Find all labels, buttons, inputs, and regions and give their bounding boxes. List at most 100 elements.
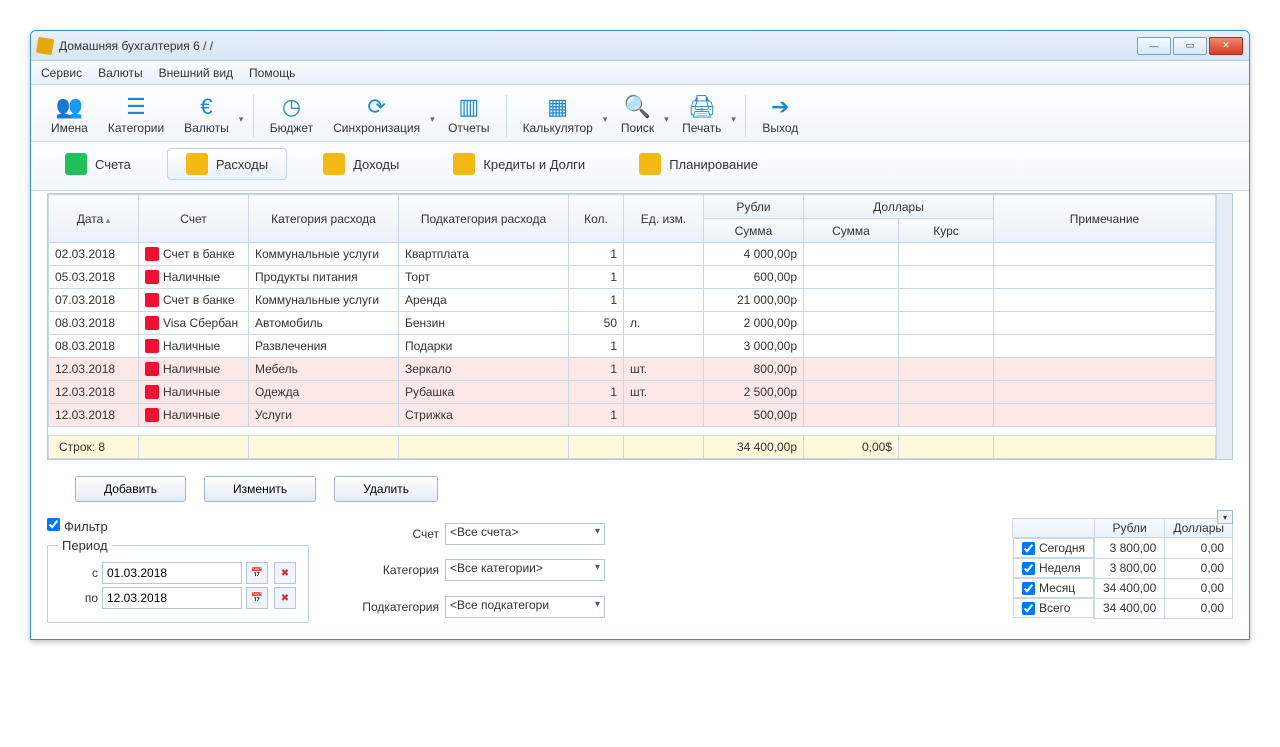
- clear-date-icon[interactable]: ✖: [274, 562, 296, 584]
- menu-currencies[interactable]: Валюты: [98, 66, 143, 80]
- tool-search[interactable]: 🔍Поиск: [611, 91, 664, 141]
- col-qty[interactable]: Кол.: [569, 195, 624, 243]
- tool-names[interactable]: 👥Имена: [41, 91, 98, 141]
- expenses-grid: Дата Счет Категория расхода Подкатегория…: [47, 193, 1233, 460]
- col-note[interactable]: Примечание: [994, 195, 1216, 243]
- tool-print[interactable]: 🖨Печать: [672, 91, 731, 141]
- cash-icon: [145, 270, 159, 284]
- from-label: с: [58, 566, 98, 580]
- tool-reports[interactable]: ▥Отчеты: [438, 91, 499, 141]
- col-group-dollars[interactable]: Доллары: [804, 195, 994, 219]
- account-select-label: Счет: [329, 527, 439, 541]
- subcategory-select[interactable]: <Все подкатегори: [445, 596, 605, 618]
- period-legend: Период: [58, 538, 112, 553]
- subcategory-select-label: Подкатегория: [329, 600, 439, 614]
- delete-button[interactable]: Удалить: [334, 476, 438, 502]
- col-date[interactable]: Дата: [49, 195, 139, 243]
- to-label: по: [58, 591, 98, 605]
- tab-accounts[interactable]: Счета: [47, 149, 149, 179]
- summary-checkbox[interactable]: [1022, 542, 1035, 555]
- chart-icon: ▥: [455, 93, 483, 121]
- tab-planning[interactable]: Планирование: [621, 149, 776, 179]
- summary-checkbox[interactable]: [1022, 582, 1035, 595]
- calendar-icon[interactable]: 📅: [246, 587, 268, 609]
- category-select-label: Категория: [329, 563, 439, 577]
- add-button[interactable]: Добавить: [75, 476, 186, 502]
- dropdown-icon[interactable]: ▾: [731, 108, 739, 125]
- cash-icon: [145, 408, 159, 422]
- dropdown-icon[interactable]: ▾: [664, 108, 672, 125]
- scrollbar[interactable]: [1216, 194, 1232, 459]
- print-icon: 🖨: [688, 93, 716, 121]
- table-row[interactable]: 08.03.2018Visa СбербанАвтомобильБензин50…: [49, 312, 1216, 335]
- credits-icon: [453, 153, 475, 175]
- filter-label: Фильтр: [64, 519, 108, 534]
- table-row[interactable]: 05.03.2018НаличныеПродукты питанияТорт16…: [49, 266, 1216, 289]
- table-row[interactable]: 07.03.2018Счет в банкеКоммунальные услуг…: [49, 289, 1216, 312]
- tab-credits[interactable]: Кредиты и Долги: [435, 149, 603, 179]
- toolbar: 👥Имена ☰Категории €Валюты ▾ ◷Бюджет ⟳Син…: [31, 85, 1249, 142]
- date-to-input[interactable]: [102, 587, 242, 609]
- exit-icon: ➔: [766, 93, 794, 121]
- tabs: Счета Расходы Доходы Кредиты и Долги Пла…: [31, 142, 1249, 191]
- summary-row: Месяц34 400,000,00: [1013, 578, 1233, 598]
- col-category[interactable]: Категория расхода: [249, 195, 399, 243]
- bank-icon: [145, 247, 159, 261]
- minimize-button[interactable]: —: [1137, 37, 1171, 55]
- tree-icon: ☰: [122, 93, 150, 121]
- tool-budget[interactable]: ◷Бюджет: [260, 91, 323, 141]
- summary-checkbox[interactable]: [1022, 562, 1035, 575]
- close-button[interactable]: ✕: [1209, 37, 1243, 55]
- col-usd-rate[interactable]: Курс: [899, 219, 994, 243]
- dropdown-icon[interactable]: ▾: [430, 108, 438, 125]
- maximize-button[interactable]: ▭: [1173, 37, 1207, 55]
- tool-categories[interactable]: ☰Категории: [98, 91, 174, 141]
- table-row[interactable]: 12.03.2018НаличныеМебельЗеркало1шт.800,0…: [49, 358, 1216, 381]
- account-select[interactable]: <Все счета>: [445, 523, 605, 545]
- col-group-rubles[interactable]: Рубли: [704, 195, 804, 219]
- filter-selects: Счет <Все счета> Категория <Все категори…: [329, 518, 605, 623]
- menu-appearance[interactable]: Внешний вид: [159, 66, 233, 80]
- tool-currencies[interactable]: €Валюты: [174, 91, 239, 141]
- col-subcategory[interactable]: Подкатегория расхода: [399, 195, 569, 243]
- summary-table: РублиДоллары Сегодня3 800,000,00Неделя3 …: [1012, 518, 1233, 623]
- calculator-icon: ▦: [544, 93, 572, 121]
- col-usd-sum[interactable]: Сумма: [804, 219, 899, 243]
- cash-icon: [145, 385, 159, 399]
- menubar: Сервис Валюты Внешний вид Помощь: [31, 61, 1249, 85]
- table-row[interactable]: 02.03.2018Счет в банкеКоммунальные услуг…: [49, 243, 1216, 266]
- expenses-icon: [186, 153, 208, 175]
- col-rub-sum[interactable]: Сумма: [704, 219, 804, 243]
- summary-checkbox[interactable]: [1022, 602, 1035, 615]
- col-account[interactable]: Счет: [139, 195, 249, 243]
- table-row[interactable]: 12.03.2018НаличныеОдеждаРубашка1шт.2 500…: [49, 381, 1216, 404]
- tool-exit[interactable]: ➔Выход: [752, 91, 808, 141]
- bank-icon: [145, 293, 159, 307]
- dropdown-icon[interactable]: ▾: [603, 108, 611, 125]
- euro-icon: €: [192, 93, 220, 121]
- dropdown-icon[interactable]: ▾: [239, 108, 247, 125]
- table-row[interactable]: 08.03.2018НаличныеРазвлеченияПодарки13 0…: [49, 335, 1216, 358]
- visa-icon: [145, 316, 159, 330]
- clear-date-icon[interactable]: ✖: [274, 587, 296, 609]
- summary-row: Сегодня3 800,000,00: [1013, 538, 1233, 559]
- calendar-icon[interactable]: 📅: [246, 562, 268, 584]
- edit-button[interactable]: Изменить: [204, 476, 316, 502]
- table-row[interactable]: 12.03.2018НаличныеУслугиСтрижка1500,00р: [49, 404, 1216, 427]
- filter-panel: Фильтр Период с 📅 ✖ по 📅 ✖: [47, 518, 309, 623]
- tab-expenses[interactable]: Расходы: [167, 148, 287, 180]
- summary-row: Всего34 400,000,00: [1013, 598, 1233, 618]
- titlebar: Домашняя бухгалтерия 6 / / — ▭ ✕: [31, 31, 1249, 61]
- menu-help[interactable]: Помощь: [249, 66, 295, 80]
- collapse-panel-button[interactable]: ▾: [1217, 510, 1233, 524]
- accounts-icon: [65, 153, 87, 175]
- category-select[interactable]: <Все категории>: [445, 559, 605, 581]
- menu-service[interactable]: Сервис: [41, 66, 82, 80]
- tab-income[interactable]: Доходы: [305, 149, 417, 179]
- date-from-input[interactable]: [102, 562, 242, 584]
- tool-sync[interactable]: ⟳Синхронизация: [323, 91, 430, 141]
- income-icon: [323, 153, 345, 175]
- col-unit[interactable]: Ед. изм.: [624, 195, 704, 243]
- filter-checkbox[interactable]: [47, 518, 60, 531]
- tool-calculator[interactable]: ▦Калькулятор: [513, 91, 603, 141]
